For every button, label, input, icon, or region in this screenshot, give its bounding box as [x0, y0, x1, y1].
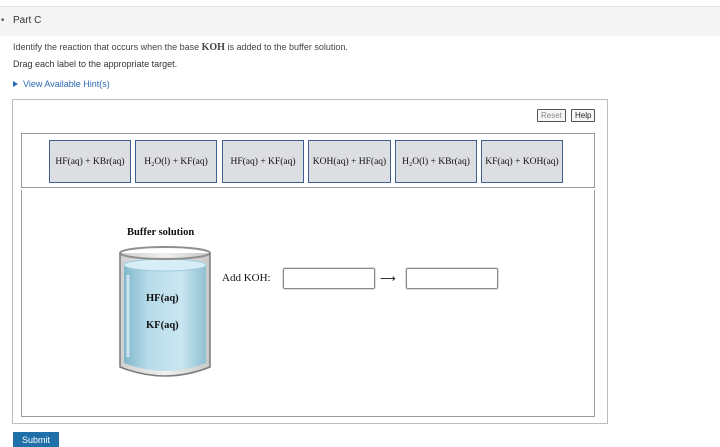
drag-instruction: Drag each label to the appropriate targe… [13, 59, 178, 69]
view-hints-label: View Available Hint(s) [23, 79, 110, 89]
label-h2o-kbr[interactable]: H₂O(l) + KBr(aq) [395, 140, 477, 183]
prompt-formula: KOH [201, 42, 225, 53]
drag-drop-workspace: Reset Help HF(aq) + KBr(aq) H₂O(l) + KF(… [12, 99, 608, 424]
view-hints-link[interactable]: View Available Hint(s) [13, 79, 110, 89]
question-prompt: Identify the reaction that occurs when t… [13, 42, 348, 53]
part-title: Part C [13, 15, 42, 26]
part-collapse-icon[interactable]: • [0, 16, 5, 26]
label-tray: HF(aq) + KBr(aq) H₂O(l) + KF(aq) HF(aq) … [21, 133, 595, 188]
beaker-icon [119, 246, 211, 377]
label-koh-hf[interactable]: KOH(aq) + HF(aq) [308, 140, 391, 183]
reaction-arrow-icon: ⟶ [380, 272, 396, 285]
part-header: • Part C [0, 6, 720, 36]
reset-button[interactable]: Reset [537, 109, 566, 122]
label-h2o-kf[interactable]: H₂O(l) + KF(aq) [135, 140, 217, 183]
buffer-component-kf: KF(aq) [146, 320, 179, 331]
buffer-title: Buffer solution [127, 227, 195, 238]
label-hf-kf[interactable]: HF(aq) + KF(aq) [222, 140, 304, 183]
products-drop-target[interactable] [406, 268, 498, 289]
help-button[interactable]: Help [571, 109, 596, 122]
caret-right-icon [13, 81, 18, 87]
drop-area [21, 190, 595, 417]
reactants-drop-target[interactable] [283, 268, 375, 289]
submit-button[interactable]: Submit [13, 432, 59, 447]
prompt-text-after: is added to the buffer solution. [224, 42, 348, 52]
label-kf-koh[interactable]: KF(aq) + KOH(aq) [481, 140, 563, 183]
prompt-text-before: Identify the reaction that occurs when t… [13, 42, 202, 52]
add-koh-label: Add KOH: [222, 272, 271, 284]
label-hf-kbr[interactable]: HF(aq) + KBr(aq) [49, 140, 131, 183]
buffer-component-hf: HF(aq) [146, 293, 179, 304]
